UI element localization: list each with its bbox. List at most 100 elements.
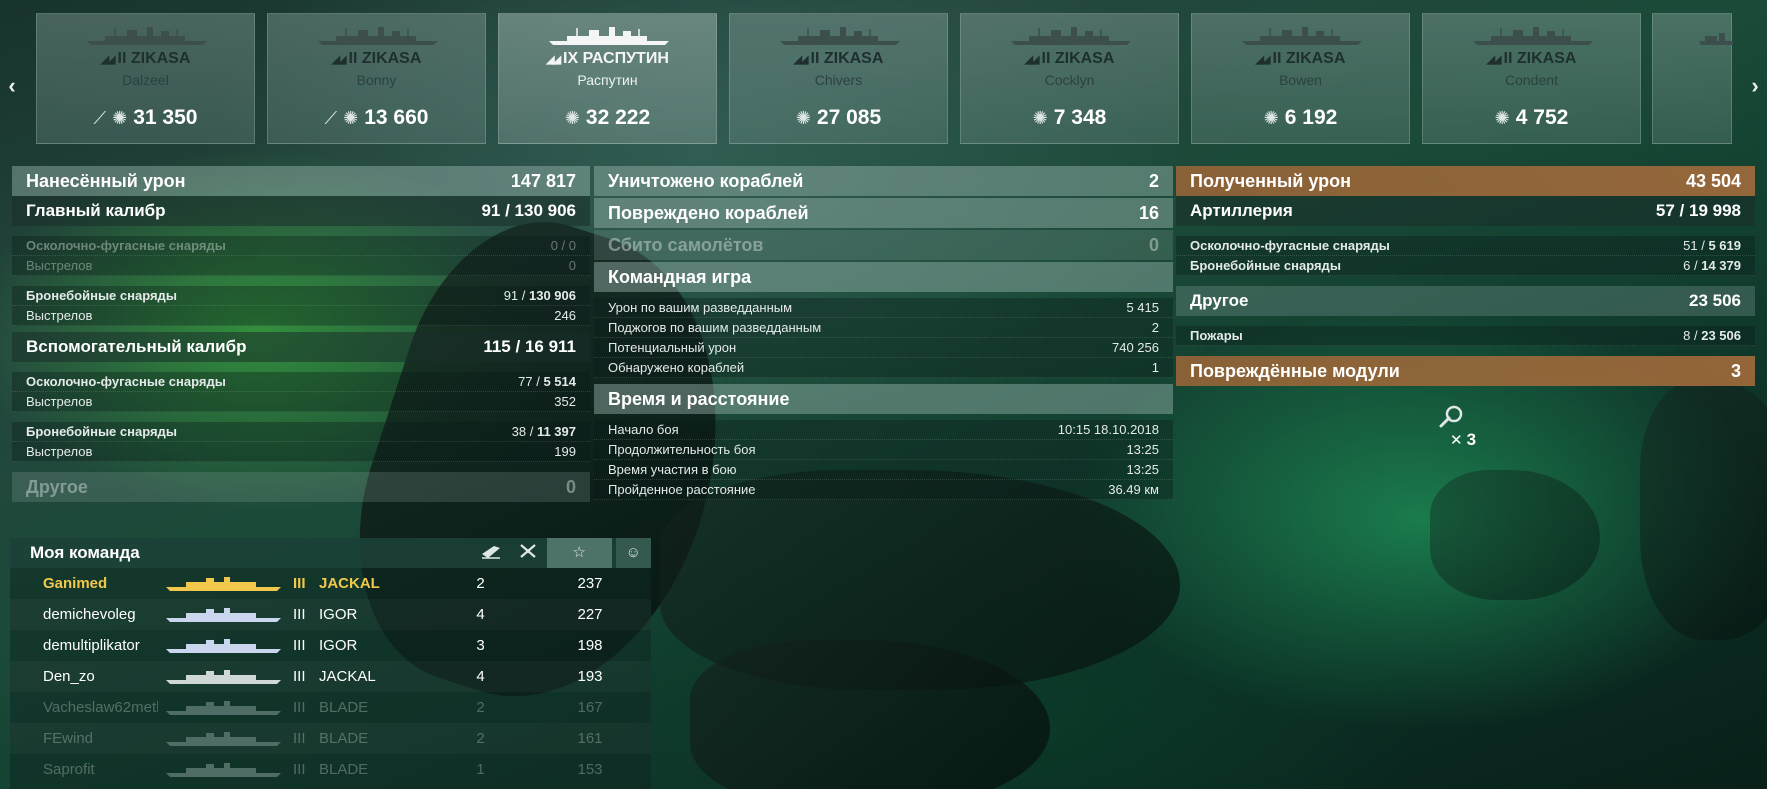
main-battery-value: 91 / 130 906 xyxy=(481,201,576,220)
ship-card-partial[interactable] xyxy=(1652,13,1733,144)
team-play-label: Потенциальный урон xyxy=(608,340,737,355)
team-ship-tier: III xyxy=(293,606,306,623)
time-distance-label: Начало боя xyxy=(608,422,679,437)
status-column-icon[interactable]: ☺ xyxy=(615,538,651,568)
ship-card[interactable]: ◢◢ II ZIKASA Cocklyn ✺ 7 348 xyxy=(960,13,1179,144)
my-team-table: Моя команда ☆ ☺ Ganimed III JACKAL 2 237 demi… xyxy=(10,538,651,789)
team-ship-name: BLADE xyxy=(319,699,369,716)
ship-silhouette-icon xyxy=(549,27,669,45)
ship-damage-value: 27 085 xyxy=(816,106,882,129)
team-ship-tier: III xyxy=(293,668,306,685)
team-ships-sunk: 2 xyxy=(476,575,485,592)
fires-row: Пожары 8 / 23 506 xyxy=(1176,326,1755,346)
secondary-ap-shots-row: Выстрелов 199 xyxy=(12,442,590,462)
ship-name: ◢◢ II ZIKASA xyxy=(1423,50,1640,68)
artillery-row: Артиллерия 57 / 19 998 xyxy=(1176,196,1755,226)
team-ship-tier: III xyxy=(293,730,306,747)
table-row[interactable]: Vacheslaw62metkij III BLADE 2 167 xyxy=(10,692,651,723)
time-distance-label: Пройденное расстояние xyxy=(608,482,756,497)
table-row[interactable]: Den_zo III JACKAL 4 193 xyxy=(10,661,651,692)
ship-class-icon: ◢◢ xyxy=(793,54,809,66)
ships-damaged-label: Повреждено кораблей xyxy=(608,202,809,223)
ship-stats: ⟋ ✺ 13 660 xyxy=(268,106,485,130)
team-ships-sunk: 2 xyxy=(476,699,485,716)
ship-title: ZIKASA xyxy=(823,50,884,67)
team-play-row: Урон по вашим разведданным 5 415 xyxy=(594,298,1173,318)
planes-column-icon[interactable] xyxy=(509,542,546,564)
table-row[interactable]: FEwind III BLADE 2 161 xyxy=(10,723,651,754)
damage-burst-icon: ✺ xyxy=(343,108,359,128)
cross-icon: ✕ xyxy=(1450,432,1463,449)
star-column-icon[interactable]: ☆ xyxy=(546,538,612,568)
battle-summary-panel: Уничтожено кораблей 2 Повреждено корабле… xyxy=(594,166,1173,500)
damage-other-row: Другое 0 xyxy=(12,472,590,502)
team-player-name: Vacheslaw62metkij xyxy=(43,699,158,716)
artillery-value: 57 / 19 998 xyxy=(1655,201,1741,220)
team-ships-sunk: 4 xyxy=(476,668,485,685)
team-score: 198 xyxy=(577,637,603,654)
ship-name: ◢◢ II ZIKASA xyxy=(961,50,1178,68)
ships-destroyed-row: Уничтожено кораблей 2 xyxy=(594,166,1173,196)
ship-tier: II xyxy=(1041,50,1051,67)
ship-card[interactable]: ◢◢ II ZIKASA Condent ✺ 4 752 xyxy=(1422,13,1641,144)
ship-silhouette-icon xyxy=(158,669,293,685)
damage-dealt-panel: Нанесённый урон 147 817 Главный калибр 9… xyxy=(12,166,590,502)
secondary-ap-shots-label: Выстрелов xyxy=(26,444,93,459)
team-ship-name: IGOR xyxy=(319,606,358,623)
planes-shot-value: 0 xyxy=(1148,234,1159,255)
ship-tier: II xyxy=(810,50,820,67)
ship-name: ◢◢ IX РАСПУТИН xyxy=(499,50,716,68)
main-he-row: Осколочно-фугасные снаряды 0 / 0 xyxy=(12,236,590,256)
ribbon-prev-button[interactable]: ‹ xyxy=(2,73,22,99)
main-battery-row: Главный калибр 91 / 130 906 xyxy=(12,196,590,226)
ship-player-name: Cocklyn xyxy=(1044,72,1095,88)
team-table-header: Моя команда ☆ ☺ xyxy=(10,538,651,568)
ship-silhouette-icon xyxy=(87,27,207,45)
secondary-he-shots-row: Выстрелов 352 xyxy=(12,392,590,412)
ships-damaged-row: Повреждено кораблей 16 xyxy=(594,198,1173,228)
secondary-ap-shots-value: 199 xyxy=(554,444,576,459)
ships-sunk-column-icon[interactable] xyxy=(472,542,509,564)
ship-class-icon: ◢◢ xyxy=(546,54,561,66)
artillery-label: Артиллерия xyxy=(1190,201,1293,220)
ship-card[interactable]: ◢◢ II ZIKASA Bowen ✺ 6 192 xyxy=(1191,13,1410,144)
secondary-he-row: Осколочно-фугасные снаряды 77 / 5 514 xyxy=(12,372,590,392)
table-row[interactable]: demichevoleg III IGOR 4 227 xyxy=(10,599,651,630)
ship-class-icon: ◢◢ xyxy=(1486,54,1502,66)
ship-stats: ✺ 7 348 xyxy=(961,106,1178,130)
team-play-row: Обнаружено кораблей 1 xyxy=(594,358,1173,378)
damaged-modules-value: 3 xyxy=(1730,360,1741,381)
ship-card[interactable]: ◢◢ IX РАСПУТИН Распутин ✺ 32 222 xyxy=(498,13,717,144)
damage-other-value: 0 xyxy=(565,476,576,497)
team-ship-name: JACKAL xyxy=(319,668,376,685)
team-score: 167 xyxy=(577,699,603,716)
ship-card[interactable]: ◢◢ II ZIKASA Dalzeel ⟋ ✺ 31 350 xyxy=(36,13,255,144)
ship-damage-value: 32 222 xyxy=(585,106,651,129)
team-play-value: 740 256 xyxy=(1112,340,1159,355)
team-play-row: Потенциальный урон 740 256 xyxy=(594,338,1173,358)
fires-value: 8 / 23 506 xyxy=(1683,328,1741,343)
ship-damage-value: 7 348 xyxy=(1053,106,1107,129)
ship-damage-value: 6 192 xyxy=(1284,106,1338,129)
damage-dealt-total: 147 817 xyxy=(510,170,576,191)
secondary-ap-value: 38 / 11 397 xyxy=(511,424,576,439)
team-ship-name: IGOR xyxy=(319,637,358,654)
ship-title: РАСПУТИН xyxy=(582,50,669,67)
ship-player-name: Condent xyxy=(1505,72,1558,88)
ship-tier: II xyxy=(1272,50,1282,67)
table-row[interactable]: Ganimed III JACKAL 2 237 xyxy=(10,568,651,599)
table-row[interactable]: demultiplikator III IGOR 3 198 xyxy=(10,630,651,661)
ship-card[interactable]: ◢◢ II ZIKASA Bonny ⟋ ✺ 13 660 xyxy=(267,13,486,144)
ribbon-next-button[interactable]: › xyxy=(1745,73,1765,99)
main-ap-shots-label: Выстрелов xyxy=(26,308,93,323)
ship-card[interactable]: ◢◢ II ZIKASA Chivers ✺ 27 085 xyxy=(729,13,948,144)
ship-name: ◢◢ II ZIKASA xyxy=(730,50,947,68)
ship-title: ZIKASA xyxy=(130,50,191,67)
team-play-value: 1 xyxy=(1151,360,1159,375)
time-distance-row: Время участия в бою 13:25 xyxy=(594,460,1173,480)
team-ship-name: BLADE xyxy=(319,730,369,747)
ship-tier: II xyxy=(117,50,127,67)
background-rock xyxy=(690,640,1050,789)
main-ap-label: Бронебойные снаряды xyxy=(26,288,177,303)
table-row[interactable]: Saprofit III BLADE 1 153 xyxy=(10,754,651,785)
